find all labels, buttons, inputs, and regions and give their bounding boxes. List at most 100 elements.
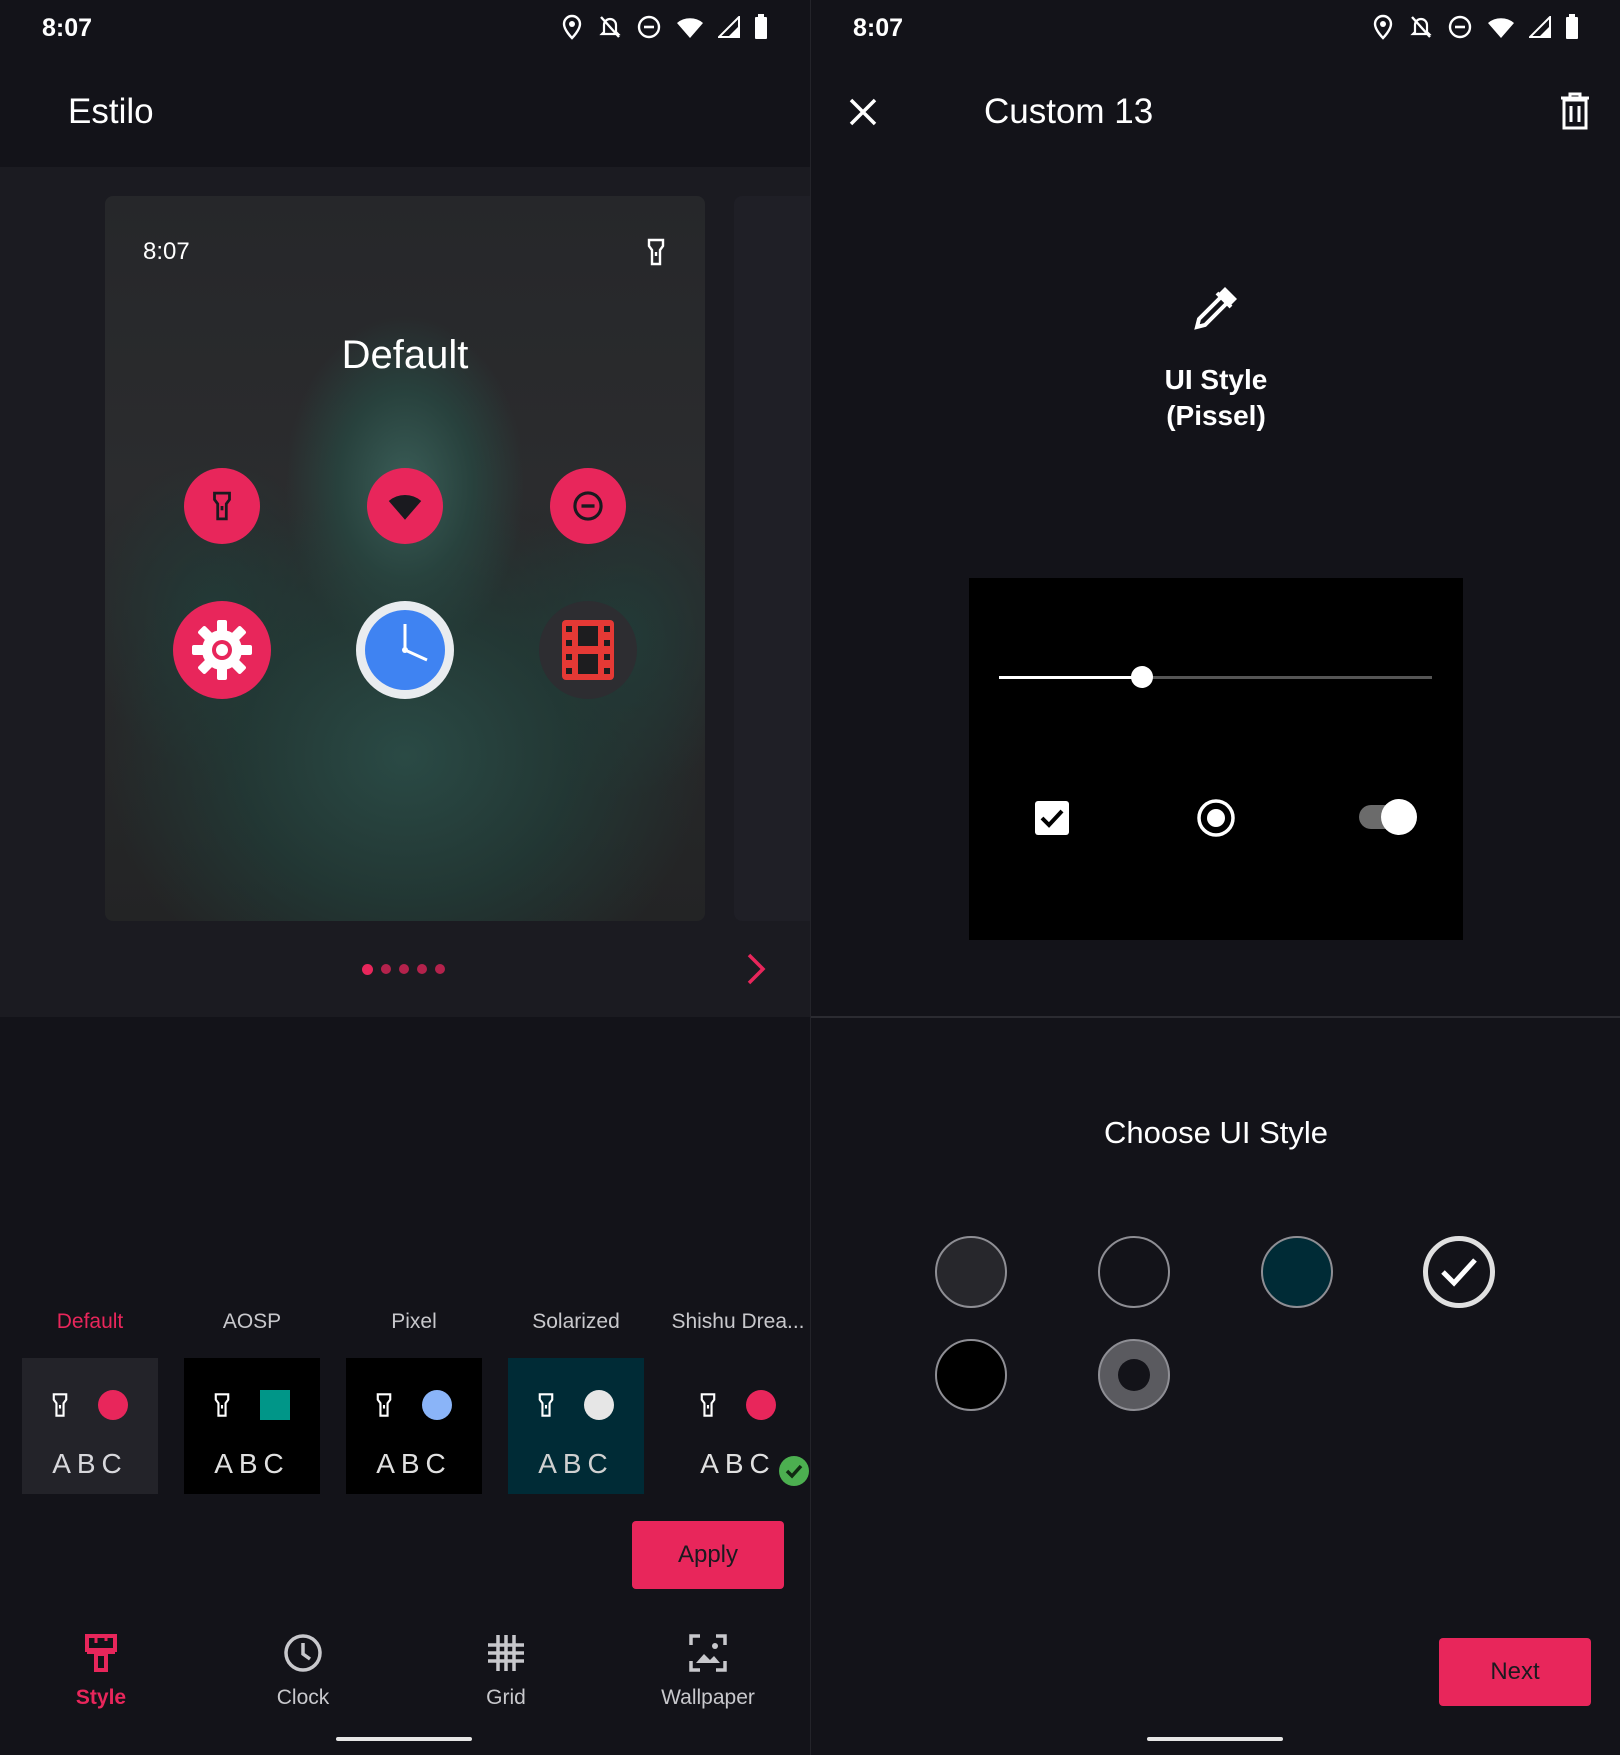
ui-style-preview [969, 578, 1463, 940]
status-time: 8:07 [853, 14, 904, 42]
ui-style-line1: UI Style [1164, 364, 1268, 395]
next-preview-card[interactable] [734, 196, 810, 921]
swatch-inner [1118, 1359, 1150, 1391]
delete-icon[interactable] [1559, 92, 1591, 130]
close-icon[interactable] [847, 96, 879, 128]
choose-ui-style-title: Choose UI Style [1104, 1115, 1328, 1150]
eyedropper-icon [1194, 287, 1237, 330]
ui-style-swatch-pissel[interactable] [1423, 1236, 1495, 1308]
clock-icon [284, 1634, 322, 1672]
nav-label: Style [75, 1686, 127, 1709]
nav-style[interactable]: Style [26, 1633, 176, 1710]
video-app-icon [539, 601, 637, 699]
divider [811, 1016, 1620, 1018]
wifi-icon [677, 18, 703, 38]
page-title: Custom 13 [984, 92, 1154, 131]
theme-option-pixel[interactable]: Pixel ABC [346, 1310, 482, 1494]
flashlight-icon [213, 491, 231, 521]
flashlight-icon [647, 238, 665, 266]
check-icon [1441, 1258, 1477, 1287]
switch-thumb[interactable] [1381, 799, 1417, 835]
ui-style-swatch-dark-grey[interactable] [935, 1236, 1007, 1308]
status-icons [560, 14, 768, 40]
theme-tile[interactable]: ABC [184, 1358, 320, 1494]
do-not-disturb-icon [573, 491, 603, 521]
wallpaper-icon [689, 1634, 727, 1672]
film-icon [562, 620, 614, 680]
clock-icon [365, 610, 445, 690]
ui-style-swatch-black[interactable] [935, 1339, 1007, 1411]
qs-wifi [367, 468, 443, 544]
battery-icon [1566, 14, 1578, 39]
page-dot [381, 964, 391, 974]
theme-option-default[interactable]: Default ABC [22, 1310, 158, 1494]
theme-abc: ABC [376, 1448, 452, 1479]
chevron-right-icon[interactable] [744, 952, 768, 986]
accent-swatch [260, 1390, 290, 1420]
ui-style-line2: (Pissel) [1166, 400, 1266, 431]
checkbox[interactable] [1034, 800, 1070, 836]
flashlight-icon [538, 1393, 554, 1417]
ui-style-name: UI Style (Pissel) [811, 362, 1620, 434]
clock-app-icon [356, 601, 454, 699]
signal-icon [1529, 16, 1551, 38]
do-not-disturb-icon [637, 15, 661, 39]
qs-do-not-disturb [550, 468, 626, 544]
notifications-off-icon [1410, 16, 1432, 38]
theme-abc: ABC [214, 1448, 290, 1479]
nav-label: Grid [486, 1686, 526, 1709]
theme-label: Solarized [532, 1310, 620, 1333]
theme-option-solarized[interactable]: Solarized ABC [508, 1310, 644, 1494]
theme-tile[interactable]: ABC [22, 1358, 158, 1494]
flashlight-icon [376, 1393, 392, 1417]
wifi-icon [1488, 18, 1514, 38]
signal-icon [718, 16, 740, 38]
theme-tile[interactable]: ABC [346, 1358, 482, 1494]
apply-button[interactable]: Apply [632, 1521, 784, 1589]
gesture-handle [1147, 1737, 1283, 1741]
notifications-off-icon [599, 16, 621, 38]
ui-style-swatch-solarized[interactable] [1261, 1236, 1333, 1308]
preview-time: 8:07 [143, 238, 190, 265]
flashlight-icon [214, 1393, 230, 1417]
nav-wallpaper[interactable]: Wallpaper [633, 1633, 783, 1710]
nav-grid[interactable]: Grid [431, 1633, 581, 1710]
accent-swatch [422, 1390, 452, 1420]
wifi-icon [388, 494, 422, 520]
slider-thumb[interactable] [1130, 666, 1153, 688]
brush-icon [85, 1634, 117, 1672]
custom-style-screen: 8:07 Custom 13 UI Style (Pissel) Choose … [810, 0, 1620, 1755]
style-screen: 8:07 Estilo 8:07 Default Default ABC AOS… [0, 0, 810, 1755]
accent-swatch [584, 1390, 614, 1420]
theme-label: Pixel [391, 1310, 437, 1333]
settings-app-icon [173, 601, 271, 699]
theme-option-aosp[interactable]: AOSP ABC [184, 1310, 320, 1494]
accent-swatch [98, 1390, 128, 1420]
battery-icon [755, 14, 767, 39]
check-circle-icon [779, 1456, 809, 1486]
theme-tile[interactable]: ABC [508, 1358, 644, 1494]
grid-icon [488, 1635, 524, 1671]
page-dot [399, 964, 409, 974]
page-title: Estilo [68, 92, 154, 131]
nav-clock[interactable]: Clock [228, 1633, 378, 1710]
nav-label: Clock [276, 1686, 330, 1709]
page-dot [417, 964, 427, 974]
flashlight-icon [700, 1393, 716, 1417]
radio-button[interactable] [1196, 798, 1236, 838]
location-icon [1373, 14, 1393, 40]
gesture-handle [336, 1737, 472, 1741]
ui-style-swatch-grey[interactable] [1098, 1339, 1170, 1411]
nav-label: Wallpaper [661, 1686, 755, 1709]
location-icon [562, 14, 582, 40]
next-button[interactable]: Next [1439, 1638, 1591, 1706]
do-not-disturb-icon [1448, 15, 1472, 39]
page-indicator [362, 964, 445, 975]
slider-fill [999, 676, 1142, 679]
ui-style-swatch-dark[interactable] [1098, 1236, 1170, 1308]
theme-abc: ABC [538, 1448, 614, 1479]
qs-flashlight [184, 468, 260, 544]
style-preview-card[interactable]: 8:07 Default [105, 196, 705, 921]
status-icons [1371, 14, 1579, 40]
theme-label: Shishu Drea... [671, 1310, 805, 1333]
